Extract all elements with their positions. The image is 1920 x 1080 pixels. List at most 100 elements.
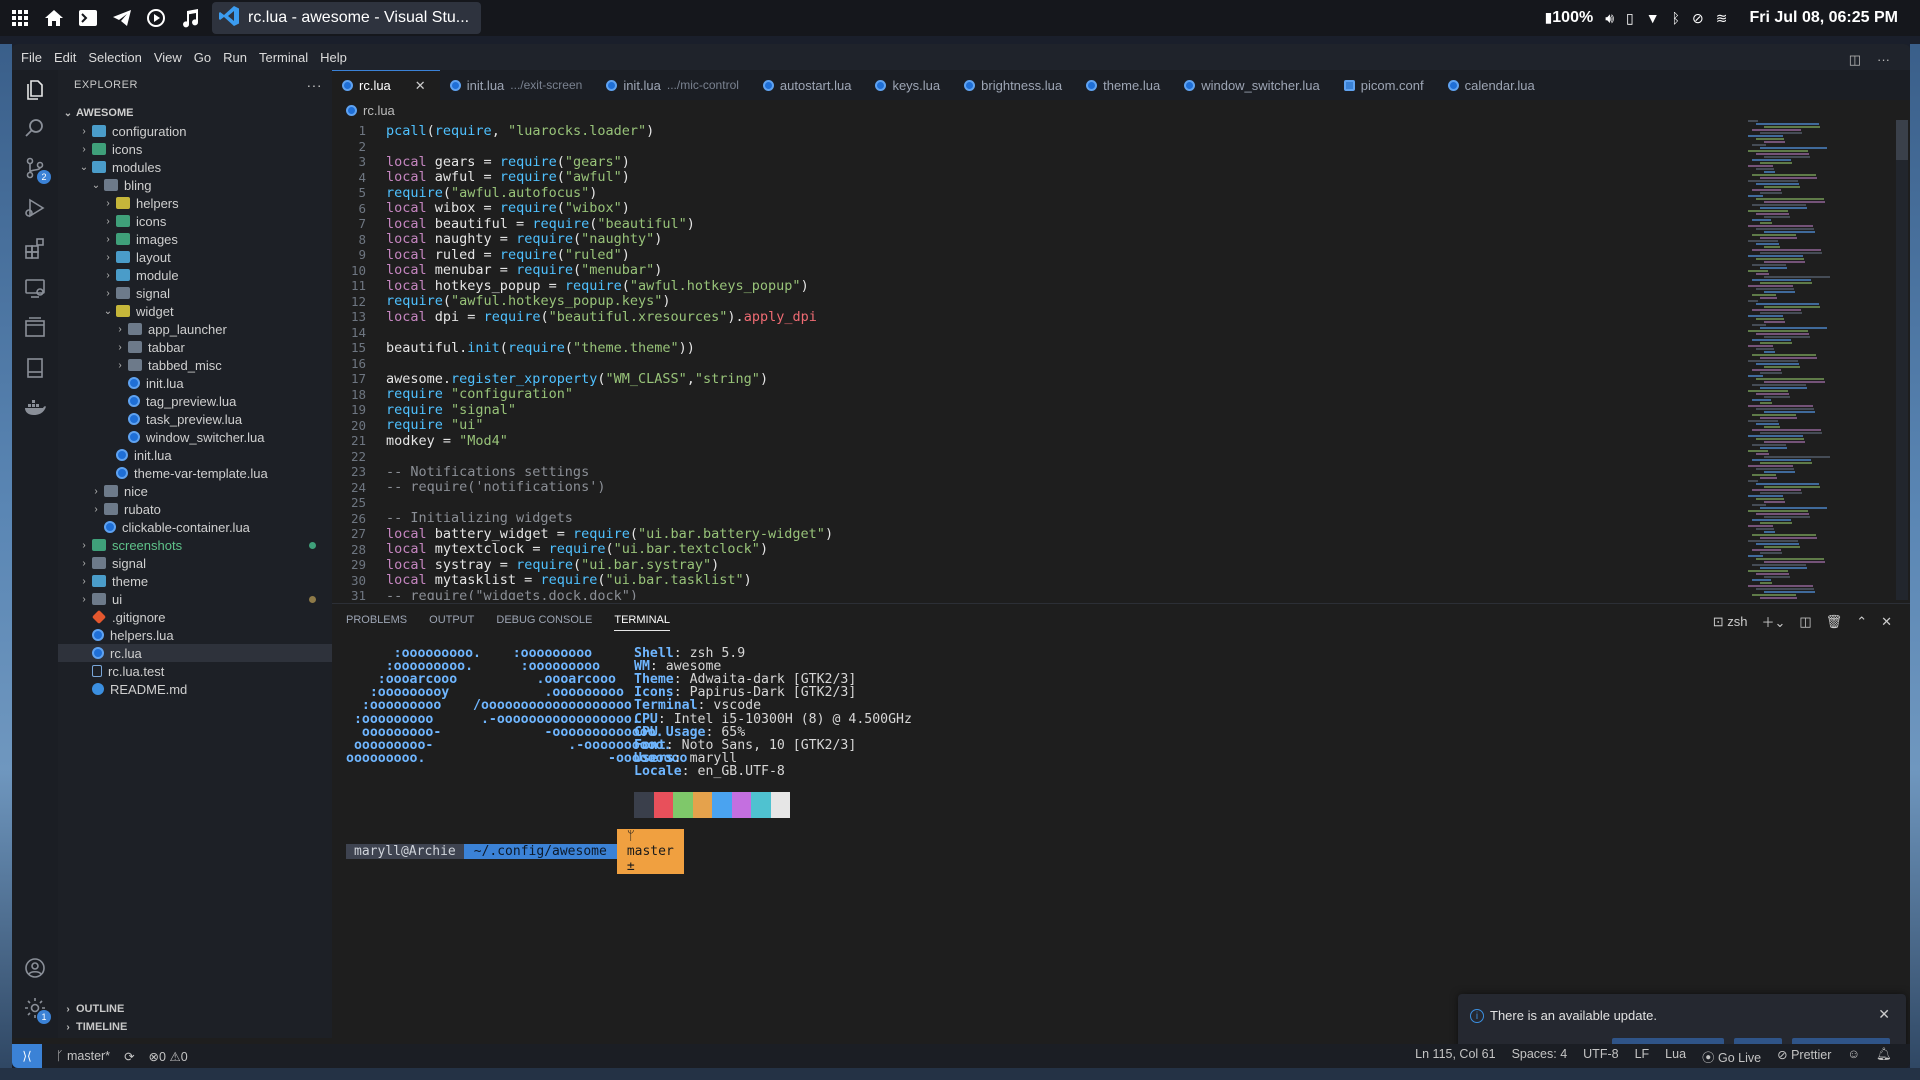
file-item[interactable]: window_switcher.lua [58, 428, 332, 446]
docker-icon[interactable] [19, 392, 51, 424]
remote-indicator-icon[interactable]: ⟩⟨ [12, 1044, 42, 1068]
editor-tab[interactable]: window_switcher.lua [1174, 70, 1334, 100]
home-icon[interactable] [40, 4, 68, 32]
indentation[interactable]: Spaces: 4 [1512, 1047, 1568, 1066]
editor-tab[interactable]: autostart.lua [753, 70, 866, 100]
file-item[interactable]: clickable-container.lua [58, 518, 332, 536]
panel-tab-terminal[interactable]: TERMINAL [614, 614, 670, 631]
editor-tab[interactable]: init.lua .../exit-screen [440, 70, 597, 100]
terminal-app-icon[interactable] [74, 4, 102, 32]
menu-terminal[interactable]: Terminal [253, 50, 314, 65]
close-notification-icon[interactable]: ✕ [1878, 1006, 1890, 1023]
music-icon[interactable] [176, 4, 204, 32]
go-live-button[interactable]: ⦿ Go Live [1702, 1047, 1761, 1066]
panel-tab-output[interactable]: OUTPUT [429, 614, 474, 631]
line-ending[interactable]: LF [1635, 1047, 1650, 1066]
volume-icon[interactable]: 🔊︎ [1605, 10, 1614, 27]
folder-item[interactable]: › signal [58, 284, 332, 302]
panel-tab-debug-console[interactable]: DEBUG CONSOLE [496, 614, 592, 631]
editor-scrollbar[interactable] [1896, 120, 1908, 600]
menu-file[interactable]: File [15, 50, 48, 65]
file-item[interactable]: theme-var-template.lua [58, 464, 332, 482]
prettier-status[interactable]: ⊘ Prettier [1777, 1047, 1831, 1066]
notifications-bell-icon[interactable]: 🔔︎ [1876, 1047, 1892, 1066]
close-panel-icon[interactable]: ✕ [1881, 614, 1892, 630]
folder-item[interactable]: › ui [58, 590, 332, 608]
folder-item[interactable]: ⌄ modules [58, 158, 332, 176]
editor-tab[interactable]: picom.conf [1334, 70, 1438, 100]
folder-item[interactable]: › app_launcher [58, 320, 332, 338]
branch-indicator[interactable]: ᚴ master* [56, 1049, 110, 1063]
breadcrumb-file[interactable]: rc.lua [363, 103, 395, 118]
menu-go[interactable]: Go [188, 50, 217, 65]
wifi-icon[interactable]: ▼ [1646, 10, 1660, 26]
folder-item[interactable]: › configuration [58, 122, 332, 140]
explorer-icon[interactable] [19, 74, 51, 106]
trash-icon[interactable]: 🗑︎ [1826, 614, 1843, 630]
editor-tab[interactable]: keys.lua [865, 70, 954, 100]
remote-explorer-icon[interactable] [19, 272, 51, 304]
folder-item[interactable]: › signal [58, 554, 332, 572]
file-item[interactable]: .gitignore [58, 608, 332, 626]
file-item[interactable]: init.lua [58, 446, 332, 464]
editor-tab[interactable]: rc.lua ✕ [332, 70, 440, 100]
app-grid-icon[interactable] [6, 4, 34, 32]
sync-icon[interactable]: ⟳ [124, 1049, 134, 1064]
folder-item[interactable]: › images [58, 230, 332, 248]
active-window-button[interactable]: rc.lua - awesome - Visual Stu... [212, 2, 482, 34]
folder-item[interactable]: › icons [58, 140, 332, 158]
cursor-position[interactable]: Ln 115, Col 61 [1415, 1047, 1495, 1066]
extensions-icon[interactable] [19, 232, 51, 264]
editor-tab[interactable]: init.lua .../mic-control [596, 70, 753, 100]
timeline-section[interactable]: › TIMELINE [58, 1018, 332, 1036]
clipboard-icon[interactable]: ▯ [1626, 10, 1634, 27]
telegram-icon[interactable] [108, 4, 136, 32]
panel-tab-problems[interactable]: PROBLEMS [346, 614, 407, 631]
do-not-disturb-icon[interactable]: ≋ [1716, 10, 1728, 27]
language-mode[interactable]: Lua [1665, 1047, 1686, 1066]
feedback-icon[interactable]: ☺ [1847, 1047, 1860, 1066]
file-item[interactable]: task_preview.lua [58, 410, 332, 428]
outline-section[interactable]: › OUTLINE [58, 1000, 332, 1018]
editor-tab[interactable]: calendar.lua [1438, 70, 1549, 100]
panels-icon[interactable] [19, 312, 51, 344]
battery-indicator[interactable]: ▮100% [1545, 9, 1594, 27]
workspace-root[interactable]: ⌄ AWESOME [58, 104, 332, 122]
run-debug-icon[interactable] [19, 192, 51, 224]
settings-gear-icon[interactable]: 1 [19, 992, 51, 1024]
folder-item[interactable]: › helpers [58, 194, 332, 212]
maximize-panel-icon[interactable]: ⌃ [1856, 614, 1867, 630]
split-terminal-icon[interactable]: ◫ [1799, 614, 1811, 630]
editor-tab[interactable]: theme.lua [1076, 70, 1174, 100]
media-play-icon[interactable] [142, 4, 170, 32]
folder-item[interactable]: › theme [58, 572, 332, 590]
code-editor[interactable]: 1 pcall(require, "luarocks.loader") 2 3 loca… [332, 120, 1692, 601]
account-icon[interactable] [19, 952, 51, 984]
editor-scrollbar-thumb[interactable] [1896, 120, 1908, 160]
problems-indicator[interactable]: ⊗0 ⚠0 [149, 1049, 188, 1064]
file-item[interactable]: tag_preview.lua [58, 392, 332, 410]
menu-selection[interactable]: Selection [82, 50, 147, 65]
source-control-icon[interactable]: 2 [19, 152, 51, 184]
close-tab-icon[interactable]: ✕ [415, 78, 426, 94]
bluetooth-icon[interactable]: ᛒ [1672, 10, 1680, 26]
folder-item[interactable]: ⌄ widget [58, 302, 332, 320]
split-editor-icon[interactable]: ◫ [1849, 52, 1861, 68]
search-icon[interactable] [19, 112, 51, 144]
file-item[interactable]: README.md [58, 680, 332, 698]
menu-help[interactable]: Help [314, 50, 353, 65]
terminal-shell-selector[interactable]: ⊡ zsh [1713, 614, 1748, 630]
menu-run[interactable]: Run [217, 50, 253, 65]
more-actions-icon[interactable]: ··· [307, 77, 323, 93]
bookmark-icon[interactable] [19, 352, 51, 384]
folder-item[interactable]: › tabbed_misc [58, 356, 332, 374]
file-item[interactable]: rc.lua [58, 644, 332, 662]
folder-item[interactable]: › rubato [58, 500, 332, 518]
folder-item[interactable]: › nice [58, 482, 332, 500]
folder-item[interactable]: ⌄ bling [58, 176, 332, 194]
file-item[interactable]: init.lua [58, 374, 332, 392]
menu-view[interactable]: View [148, 50, 188, 65]
editor-more-icon[interactable]: ··· [1877, 52, 1890, 68]
mic-muted-icon[interactable]: ⊘ [1692, 10, 1704, 27]
folder-item[interactable]: › icons [58, 212, 332, 230]
